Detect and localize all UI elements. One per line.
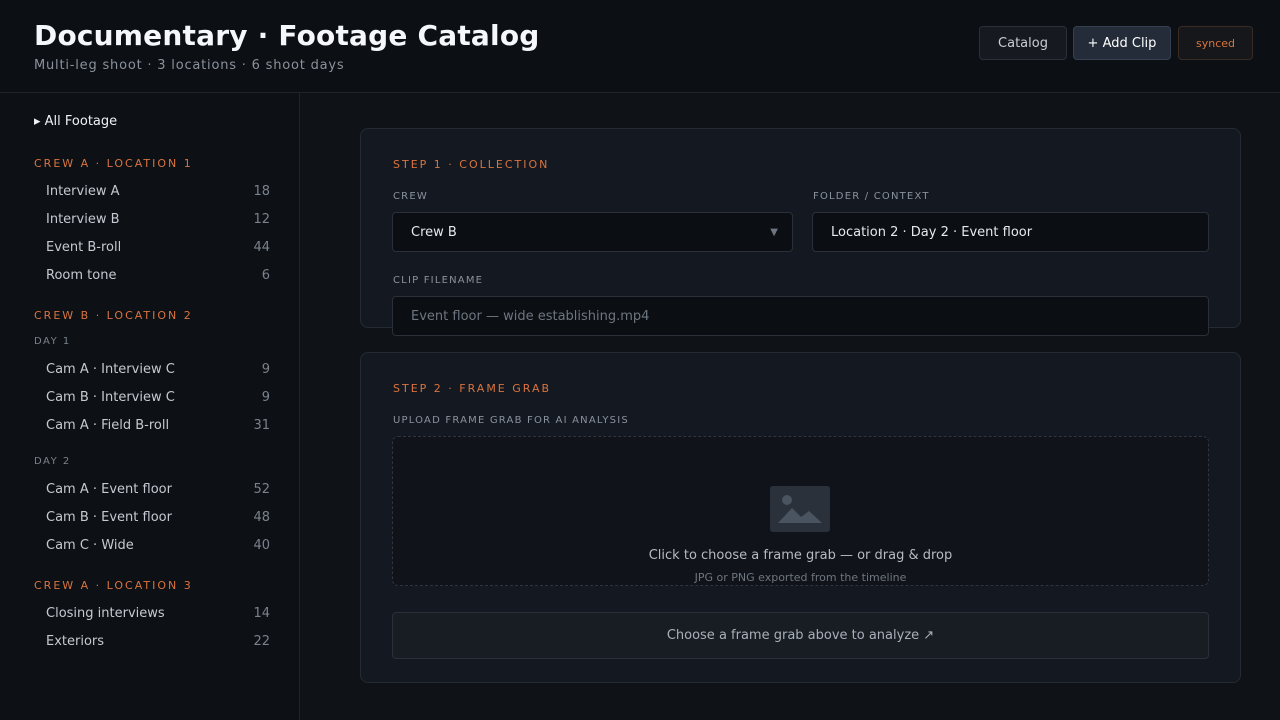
frame-grab-dropzone[interactable]: Click to choose a frame grab — or drag &…: [392, 436, 1209, 586]
page-subtitle: Multi-leg shoot · 3 locations · 6 shoot …: [34, 58, 345, 73]
sidebar-item-event-b-roll[interactable]: Event B-roll 44: [34, 235, 278, 259]
sidebar-day-label: DAY 1: [34, 336, 71, 347]
sidebar-item-label: Interview A: [46, 183, 120, 199]
sidebar: ▸ All Footage CREW A · LOCATION 1 Interv…: [0, 93, 300, 720]
crew-select-value: Crew B: [411, 224, 457, 240]
collection-card: STEP 1 · COLLECTION CREW Crew B ▼ FOLDER…: [360, 128, 1241, 336]
sidebar-item-count: 9: [261, 361, 270, 377]
sidebar-item-label: Cam A · Field B-roll: [46, 417, 170, 433]
add-clip-button[interactable]: + Add Clip: [1073, 26, 1171, 60]
sidebar-item-label: Event B-roll: [46, 239, 122, 255]
sidebar-item-exteriors[interactable]: Exteriors 22: [34, 629, 278, 653]
sidebar-group-title: CREW A · LOCATION 3: [34, 579, 193, 592]
sidebar-item-count: 9: [261, 389, 270, 405]
analyze-button[interactable]: Choose a frame grab above to analyze ↗: [392, 612, 1209, 659]
dropzone-hint: JPG or PNG exported from the timeline: [694, 571, 907, 584]
sidebar-group-title: CREW B · LOCATION 2: [34, 309, 193, 322]
page-title: Documentary · Footage Catalog: [34, 19, 540, 52]
chevron-down-icon: ▼: [770, 226, 778, 238]
sidebar-item-count: 18: [253, 183, 270, 199]
step-heading: STEP 1 · COLLECTION: [393, 158, 550, 171]
sidebar-item-cam-b-interview-c[interactable]: Cam B · Interview C 9: [34, 385, 278, 409]
sidebar-item-count: 14: [253, 605, 270, 621]
sidebar-item-count: 44: [253, 239, 270, 255]
sidebar-item-count: 40: [253, 537, 270, 553]
sidebar-item-count: 52: [253, 481, 270, 497]
sidebar-item-room-tone[interactable]: Room tone 6: [34, 263, 278, 287]
sync-status-badge: synced: [1178, 26, 1253, 60]
app-header: Documentary · Footage Catalog Multi-leg …: [0, 0, 1280, 93]
sidebar-day-label: DAY 2: [34, 456, 71, 467]
sidebar-item-all-footage[interactable]: ▸ All Footage: [34, 114, 117, 129]
sidebar-item-label: Interview B: [46, 211, 120, 227]
folder-context-label: FOLDER / CONTEXT: [813, 191, 930, 202]
crew-select[interactable]: Crew B ▼: [392, 212, 793, 252]
sidebar-item-count: 48: [253, 509, 270, 525]
sidebar-item-label: Cam B · Interview C: [46, 389, 175, 405]
clip-filename-label: CLIP FILENAME: [393, 275, 484, 286]
sidebar-item-label: Cam A · Interview C: [46, 361, 175, 377]
sidebar-item-label: Cam C · Wide: [46, 537, 134, 553]
sidebar-item-cam-b-event-floor[interactable]: Cam B · Event floor 48: [34, 505, 278, 529]
frame-grab-card: STEP 2 · FRAME GRAB UPLOAD FRAME GRAB FO…: [360, 352, 1241, 683]
image-icon: [770, 486, 830, 532]
catalog-button[interactable]: Catalog: [979, 26, 1067, 60]
sidebar-item-label: Cam B · Event floor: [46, 509, 172, 525]
folder-context-input[interactable]: Location 2 · Day 2 · Event floor: [812, 212, 1209, 252]
sidebar-item-count: 22: [253, 633, 270, 649]
sidebar-item-label: Room tone: [46, 267, 117, 283]
sidebar-item-cam-a-event-floor[interactable]: Cam A · Event floor 52: [34, 477, 278, 501]
upload-label: UPLOAD FRAME GRAB FOR AI ANALYSIS: [393, 415, 629, 426]
sidebar-item-cam-a-field-b-roll[interactable]: Cam A · Field B-roll 31: [34, 413, 278, 437]
clip-filename-input[interactable]: Event floor — wide establishing.mp4: [392, 296, 1209, 336]
sidebar-item-label: Closing interviews: [46, 605, 165, 621]
main-panel: STEP 1 · COLLECTION CREW Crew B ▼ FOLDER…: [301, 93, 1280, 720]
step-heading: STEP 2 · FRAME GRAB: [393, 382, 552, 395]
dropzone-title: Click to choose a frame grab — or drag &…: [648, 548, 953, 563]
sidebar-item-count: 6: [261, 267, 270, 283]
sidebar-item-count: 31: [253, 417, 270, 433]
sidebar-item-interview-b[interactable]: Interview B 12: [34, 207, 278, 231]
sidebar-item-cam-c-wide[interactable]: Cam C · Wide 40: [34, 533, 278, 557]
sidebar-item-label: Cam A · Event floor: [46, 481, 172, 497]
sidebar-item-closing-interviews[interactable]: Closing interviews 14: [34, 601, 278, 625]
crew-label: CREW: [393, 191, 428, 202]
sidebar-item-label: Exteriors: [46, 633, 105, 649]
sidebar-item-interview-a[interactable]: Interview A 18: [34, 179, 278, 203]
sidebar-group-title: CREW A · LOCATION 1: [34, 157, 193, 170]
sidebar-item-cam-a-interview-c[interactable]: Cam A · Interview C 9: [34, 357, 278, 381]
sidebar-item-count: 12: [253, 211, 270, 227]
